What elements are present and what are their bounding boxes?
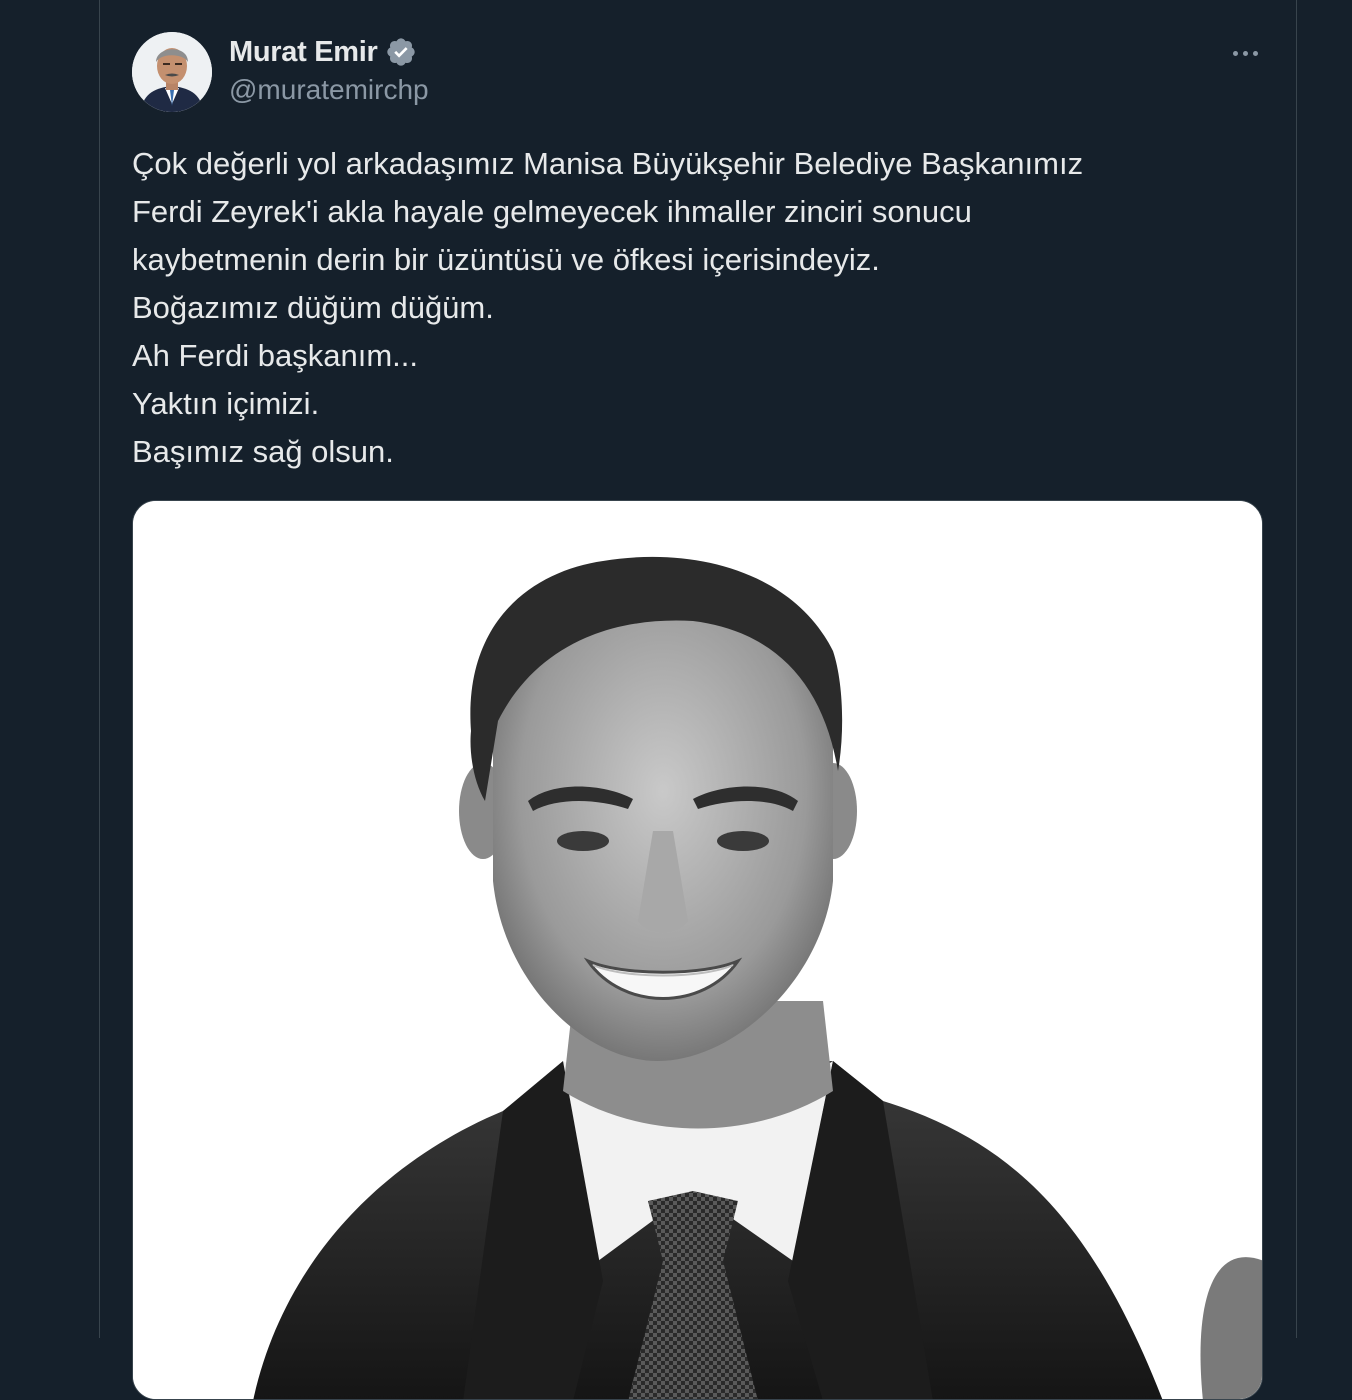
- tweet-text-line: Ah Ferdi başkanım...: [132, 338, 419, 373]
- tweet-text-line: Ferdi Zeyrek'i akla hayale gelmeyecek ih…: [132, 194, 972, 229]
- tweet-media-photo[interactable]: [132, 500, 1263, 1400]
- avatar-photo: [132, 32, 212, 112]
- author-avatar[interactable]: [132, 32, 212, 112]
- more-options-icon[interactable]: [1222, 36, 1268, 70]
- author-handle[interactable]: @muratemirchp: [229, 74, 429, 106]
- verified-badge-icon[interactable]: [385, 36, 417, 68]
- tweet-text-line: kaybetmenin derin bir üzüntüsü ve öfkesi…: [132, 242, 880, 277]
- author-display-name[interactable]: Murat Emir: [229, 36, 378, 69]
- tweet-text-line: Boğazımız düğüm düğüm.: [132, 290, 494, 325]
- author-name-row[interactable]: Murat Emir: [229, 32, 417, 72]
- portrait-photo: [133, 501, 1262, 1399]
- tweet-text-line: Başımız sağ olsun.: [132, 434, 394, 469]
- tweet-text-line: Yaktın içimizi.: [132, 386, 320, 421]
- tweet-text: Çok değerli yol arkadaşımız Manisa Büyük…: [132, 140, 1242, 476]
- tweet-text-line: Çok değerli yol arkadaşımız Manisa Büyük…: [132, 146, 1084, 181]
